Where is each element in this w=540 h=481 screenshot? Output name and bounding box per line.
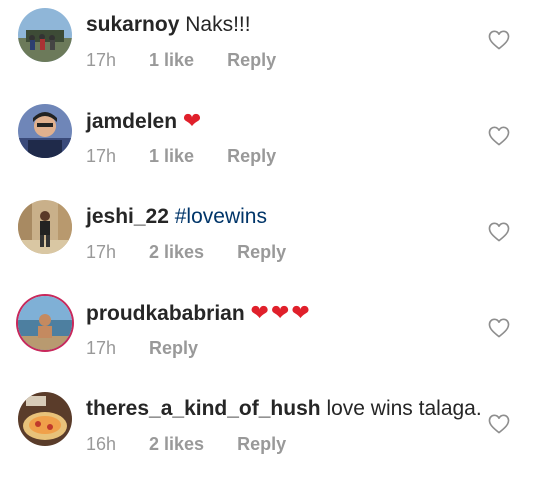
comment-username[interactable]: proudkababrian — [86, 302, 245, 325]
hashtag-link[interactable]: #lovewins — [175, 205, 267, 228]
comment-username[interactable]: sukarnoy — [86, 13, 179, 36]
reply-button[interactable]: Reply — [227, 48, 276, 72]
comment-meta: 17h 1 like Reply — [86, 144, 276, 168]
comment-item: theres_a_kind_of_hush love wins talaga. … — [0, 384, 540, 480]
avatar-photo — [18, 296, 72, 350]
reply-button[interactable]: Reply — [149, 336, 198, 360]
comment-text-line: theres_a_kind_of_hush love wins talaga. — [86, 396, 482, 422]
comment-username[interactable]: theres_a_kind_of_hush — [86, 397, 321, 420]
avatar[interactable] — [18, 104, 72, 158]
comment-likes[interactable]: 1 like — [149, 144, 194, 168]
reply-button[interactable]: Reply — [237, 432, 286, 456]
comment-time: 17h — [86, 338, 117, 358]
comment-time: 17h — [86, 50, 117, 70]
reply-button[interactable]: Reply — [237, 240, 286, 264]
comment-item: proudkababrian ❤❤❤ 17h Reply — [0, 288, 540, 384]
heart-outline-icon[interactable] — [488, 318, 510, 338]
comment-text: Naks!!! — [185, 13, 251, 36]
comment-likes[interactable]: 1 like — [149, 48, 194, 72]
heart-outline-icon[interactable] — [488, 414, 510, 434]
comment-item: sukarnoy Naks!!! 17h 1 like Reply — [0, 0, 540, 96]
comment-text: love wins talaga. — [326, 397, 482, 420]
comment-meta: 17h 1 like Reply — [86, 48, 276, 72]
avatar-photo — [18, 104, 72, 158]
avatar-photo — [18, 200, 72, 254]
comment-meta: 17h 2 likes Reply — [86, 240, 286, 264]
avatar[interactable] — [18, 392, 72, 446]
avatar[interactable] — [18, 296, 72, 350]
avatar-photo — [18, 392, 72, 446]
comment-time: 16h — [86, 434, 117, 454]
comment-likes[interactable]: 2 likes — [149, 432, 204, 456]
comment-likes[interactable]: 2 likes — [149, 240, 204, 264]
heart-outline-icon[interactable] — [488, 126, 510, 146]
comment-text-line: proudkababrian ❤❤❤ — [86, 300, 312, 327]
heart-outline-icon[interactable] — [488, 30, 510, 50]
comment-item: jamdelen ❤ 17h 1 like Reply — [0, 96, 540, 192]
comment-time: 17h — [86, 146, 117, 166]
comment-item: jeshi_22 #lovewins 17h 2 likes Reply — [0, 192, 540, 288]
comment-text-line: jeshi_22 #lovewins — [86, 204, 267, 230]
comment-list: sukarnoy Naks!!! 17h 1 like Reply jamdel… — [0, 0, 540, 481]
comment-text-line: sukarnoy Naks!!! — [86, 12, 251, 38]
avatar-photo — [18, 8, 72, 62]
avatar[interactable] — [18, 200, 72, 254]
heart-emoji: ❤ — [182, 108, 204, 133]
comment-time: 17h — [86, 242, 117, 262]
avatar[interactable] — [18, 8, 72, 62]
heart-outline-icon[interactable] — [488, 222, 510, 242]
reply-button[interactable]: Reply — [227, 144, 276, 168]
comment-username[interactable]: jamdelen — [86, 110, 177, 133]
comment-text-line: jamdelen ❤ — [86, 108, 203, 135]
comment-username[interactable]: jeshi_22 — [86, 205, 169, 228]
comment-meta: 16h 2 likes Reply — [86, 432, 286, 456]
comment-meta: 17h Reply — [86, 336, 198, 360]
heart-emoji: ❤❤❤ — [250, 300, 312, 325]
